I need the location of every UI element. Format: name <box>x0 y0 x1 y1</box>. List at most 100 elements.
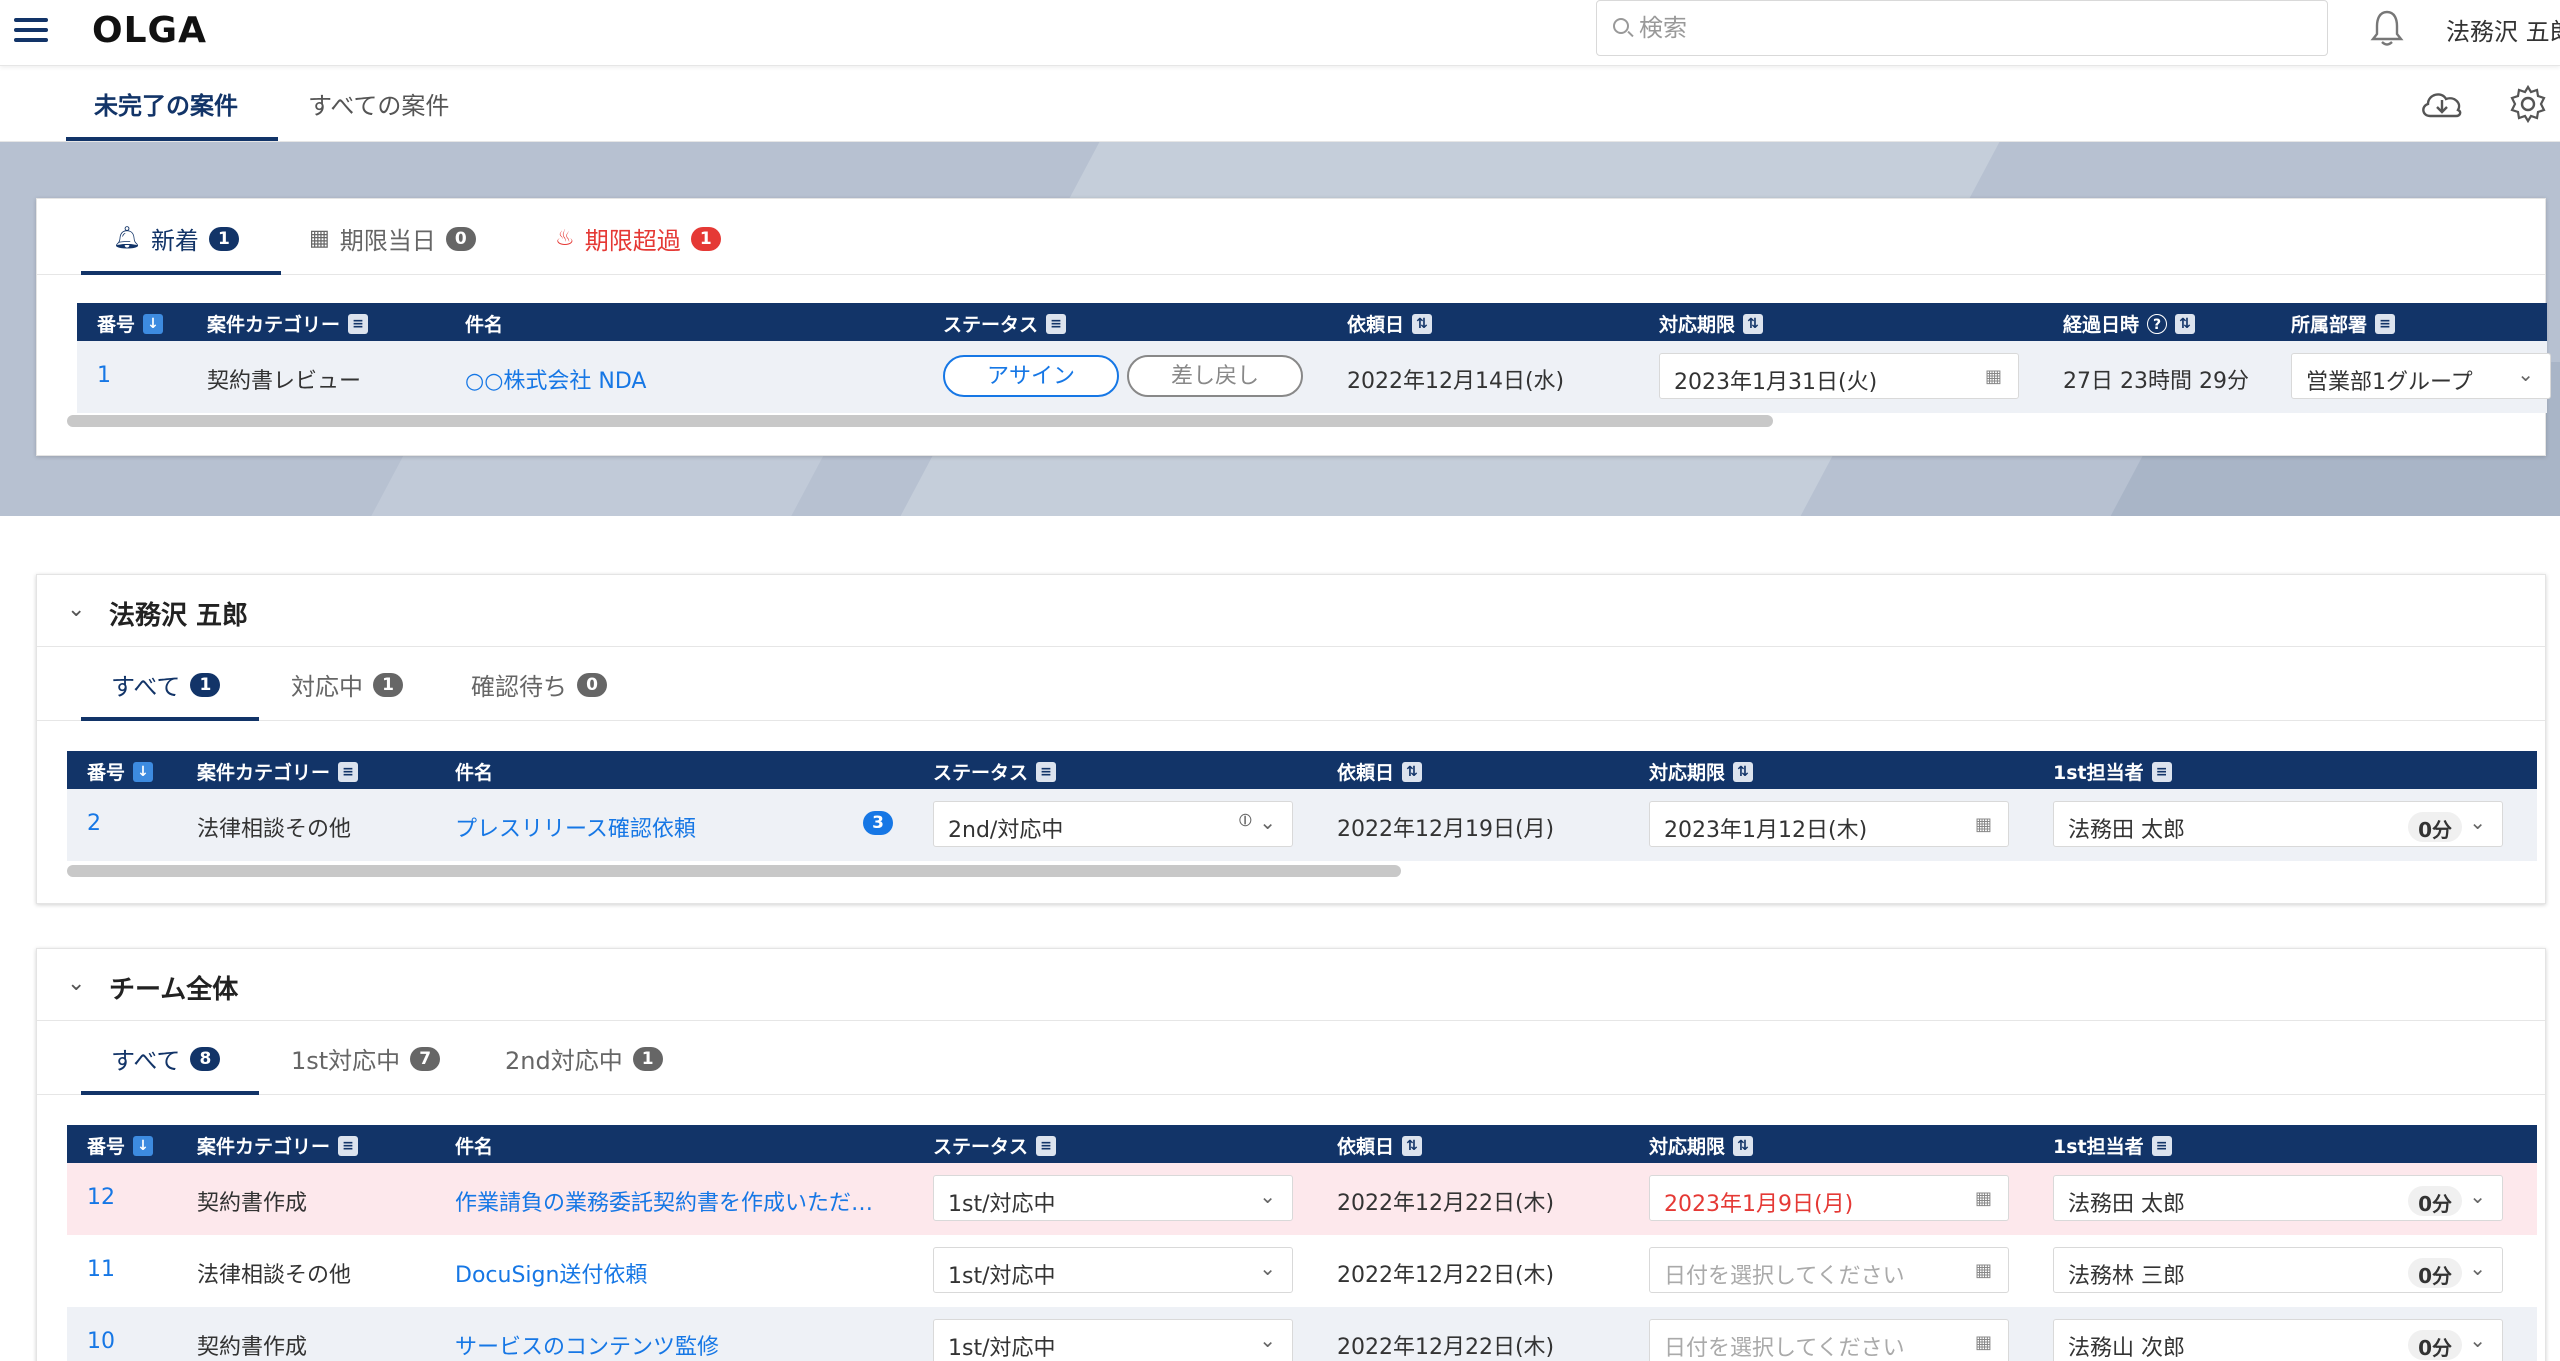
tab-overdue[interactable]: ♨ 期限超過 1 <box>555 221 721 256</box>
col-requested[interactable]: 依頼日 ⇅ <box>1337 1132 1423 1159</box>
col-assignee[interactable]: 1st担当者 ≡ <box>2053 758 2172 785</box>
case-subject-link[interactable]: ○○株式会社 NDA <box>465 363 646 395</box>
filter-icon[interactable]: ≡ <box>338 1135 359 1156</box>
case-number[interactable]: 11 <box>87 1257 115 1282</box>
tab-2nd-in-progress[interactable]: 2nd対応中 1 <box>505 1041 663 1076</box>
tab-all[interactable]: すべて 8 <box>111 1041 221 1076</box>
case-subject-link[interactable]: プレスリリース確認依頼 <box>455 811 696 843</box>
status-select[interactable]: 1st/対応中 ⌄ <box>933 1175 1293 1221</box>
col-no[interactable]: 番号 ↓ <box>97 310 164 337</box>
filter-icon[interactable]: ≡ <box>348 313 369 334</box>
department-select[interactable]: 営業部1グループ ⌄ <box>2291 353 2551 399</box>
col-deadline[interactable]: 対応期限 ⇅ <box>1659 310 1764 337</box>
sort-icon[interactable]: ↓ <box>133 761 154 782</box>
tab-1st-in-progress[interactable]: 1st対応中 7 <box>291 1041 441 1076</box>
deadline-date-picker[interactable]: 2023年1月31日(火) ▦ <box>1659 353 2019 399</box>
case-subject-link[interactable]: 作業請負の業務委託契約書を作成いただ… <box>455 1185 873 1217</box>
assign-button[interactable]: アサイン <box>943 355 1119 397</box>
table-row[interactable]: 12 契約書作成 作業請負の業務委託契約書を作成いただ… 1st/対応中 ⌄ 2… <box>67 1163 2537 1235</box>
case-number[interactable]: 10 <box>87 1329 115 1354</box>
status-select[interactable]: 2nd/対応中 ⦶ ⌄ <box>933 801 1293 847</box>
col-requested[interactable]: 依頼日 ⇅ <box>1347 310 1433 337</box>
col-no[interactable]: 番号 ↓ <box>87 758 154 785</box>
status-select[interactable]: 1st/対応中 ⌄ <box>933 1247 1293 1293</box>
help-icon[interactable]: ? <box>2147 313 2168 334</box>
col-status[interactable]: ステータス ≡ <box>943 310 1067 337</box>
table-row[interactable]: 2 法律相談その他 プレスリリース確認依頼 3 2nd/対応中 ⦶ ⌄ 2022… <box>67 789 2537 861</box>
sort-icon[interactable]: ⇅ <box>1402 1135 1423 1156</box>
tab-new[interactable]: 🔔︎ 新着 1 <box>113 221 239 256</box>
tab-incomplete-cases[interactable]: 未完了の案件 <box>94 86 238 121</box>
chevron-down-icon[interactable]: ⌄ <box>67 971 85 996</box>
col-deadline[interactable]: 対応期限 ⇅ <box>1649 1132 1754 1159</box>
deadline-placeholder: 日付を選択してください <box>1664 1264 1905 1289</box>
tab-all[interactable]: すべて 1 <box>111 667 221 702</box>
search-box[interactable] <box>1596 0 2328 56</box>
sort-icon[interactable]: ↓ <box>133 1135 154 1156</box>
filter-icon[interactable]: ≡ <box>338 761 359 782</box>
tab-due-today[interactable]: ▦ 期限当日 0 <box>309 221 476 256</box>
sort-icon[interactable]: ⇅ <box>1402 761 1423 782</box>
col-subject: 件名 <box>455 758 493 785</box>
deadline-date-picker[interactable]: 日付を選択してください ▦ <box>1649 1247 2009 1293</box>
deadline-date-picker[interactable]: 2023年1月12日(木) ▦ <box>1649 801 2009 847</box>
col-assignee[interactable]: 1st担当者 ≡ <box>2053 1132 2172 1159</box>
col-requested[interactable]: 依頼日 ⇅ <box>1337 758 1423 785</box>
assignee-select[interactable]: 法務山 次郎 0分 ⌄ <box>2053 1319 2503 1361</box>
send-back-button[interactable]: 差し戻し <box>1127 355 1303 397</box>
col-deadline[interactable]: 対応期限 ⇅ <box>1649 758 1754 785</box>
user-name[interactable]: 法務沢 五郎 <box>2446 12 2560 47</box>
cloud-download-icon[interactable] <box>2418 86 2466 122</box>
case-number[interactable]: 2 <box>87 811 101 836</box>
col-elapsed[interactable]: 経過日時? ⇅ <box>2063 310 2196 337</box>
section-header[interactable]: ⌄ チーム全体 <box>37 949 2545 1021</box>
tab-in-progress[interactable]: 対応中 1 <box>291 667 403 702</box>
assignee-select[interactable]: 法務林 三郎 0分 ⌄ <box>2053 1247 2503 1293</box>
section-header[interactable]: ⌄ 法務沢 五郎 <box>37 575 2545 647</box>
assignee-select[interactable]: 法務田 太郎 0分 ⌄ <box>2053 801 2503 847</box>
hamburger-menu-icon[interactable] <box>14 18 48 46</box>
filter-icon[interactable]: ≡ <box>1036 1135 1057 1156</box>
table-row[interactable]: 1 契約書レビュー ○○株式会社 NDA アサイン 差し戻し 2022年12月1… <box>77 341 2551 413</box>
sort-icon[interactable]: ⇅ <box>1733 761 1754 782</box>
col-department[interactable]: 所属部署 ≡ <box>2291 310 2396 337</box>
status-select[interactable]: 1st/対応中 ⌄ <box>933 1319 1293 1361</box>
table-row[interactable]: 11 法律相談その他 DocuSign送付依頼 1st/対応中 ⌄ 2022年1… <box>67 1235 2537 1307</box>
tab-all-count: 8 <box>190 1046 221 1071</box>
chevron-down-icon[interactable]: ⌄ <box>67 597 85 622</box>
comment-count-badge[interactable]: 3 <box>863 811 893 835</box>
case-subject-link[interactable]: サービスのコンテンツ監修 <box>455 1329 719 1361</box>
case-number[interactable]: 1 <box>97 363 111 388</box>
tab-all-cases[interactable]: すべての案件 <box>308 86 449 121</box>
sort-icon[interactable]: ⇅ <box>1743 313 1764 334</box>
deadline-date-picker[interactable]: 2023年1月9日(月) ▦ <box>1649 1175 2009 1221</box>
elapsed-time: 27日 23時間 29分 <box>2063 369 2249 394</box>
gear-icon[interactable] <box>2508 84 2548 124</box>
case-subject-link[interactable]: DocuSign送付依頼 <box>455 1257 647 1289</box>
col-category[interactable]: 案件カテゴリー ≡ <box>197 1132 359 1159</box>
filter-icon[interactable]: ≡ <box>2375 313 2396 334</box>
filter-icon[interactable]: ≡ <box>2151 761 2172 782</box>
filter-icon[interactable]: ≡ <box>1046 313 1067 334</box>
col-category[interactable]: 案件カテゴリー ≡ <box>197 758 359 785</box>
sort-icon[interactable]: ↓ <box>143 313 164 334</box>
sort-icon[interactable]: ⇅ <box>2175 313 2196 334</box>
col-no[interactable]: 番号 ↓ <box>87 1132 154 1159</box>
case-number[interactable]: 12 <box>87 1185 115 1210</box>
app-logo[interactable]: OLGA <box>92 10 207 51</box>
search-input[interactable] <box>1639 11 2299 45</box>
col-status[interactable]: ステータス ≡ <box>933 758 1057 785</box>
tab-awaiting-confirmation[interactable]: 確認待ち 0 <box>471 667 607 702</box>
sort-icon[interactable]: ⇅ <box>1412 313 1433 334</box>
sort-icon[interactable]: ⇅ <box>1733 1135 1754 1156</box>
filter-icon[interactable]: ≡ <box>1036 761 1057 782</box>
col-category[interactable]: 案件カテゴリー ≡ <box>207 310 369 337</box>
bell-icon[interactable] <box>2370 8 2404 48</box>
col-status[interactable]: ステータス ≡ <box>933 1132 1057 1159</box>
table-row[interactable]: 10 契約書作成 サービスのコンテンツ監修 1st/対応中 ⌄ 2022年12月… <box>67 1307 2537 1361</box>
deadline-date-picker[interactable]: 日付を選択してください ▦ <box>1649 1319 2009 1361</box>
assignee-select[interactable]: 法務田 太郎 0分 ⌄ <box>2053 1175 2503 1221</box>
horizontal-scrollbar[interactable] <box>67 415 1773 427</box>
filter-icon[interactable]: ≡ <box>2151 1135 2172 1156</box>
horizontal-scrollbar[interactable] <box>67 865 1401 877</box>
